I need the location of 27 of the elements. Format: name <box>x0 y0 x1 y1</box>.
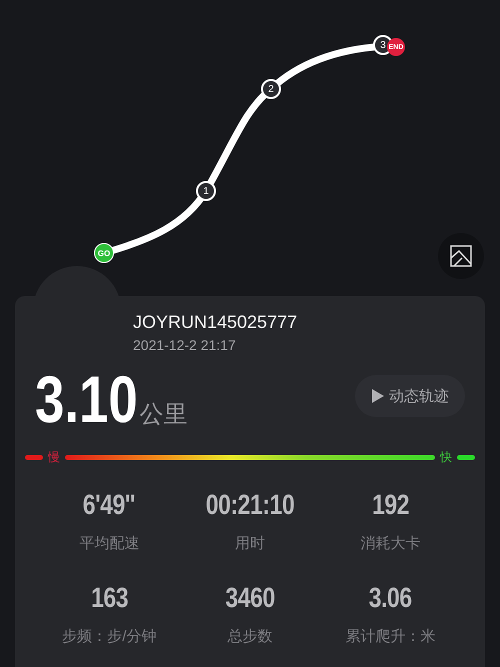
stat-label: 累计爬升：米 <box>346 627 436 646</box>
stat-label: 总步数 <box>227 627 272 646</box>
slow-label: 慢 <box>48 449 60 466</box>
stat-value: 3.06 <box>369 581 412 615</box>
stat-value: 00:21:10 <box>206 488 294 522</box>
username: JOYRUN145025777 <box>133 312 298 333</box>
distance-unit: 公里 <box>139 400 188 430</box>
play-icon <box>371 388 385 404</box>
split-marker: 2 <box>261 79 281 99</box>
stat-label: 平均配速 <box>79 534 140 553</box>
stat-label: 用时 <box>234 534 265 553</box>
fast-label: 快 <box>440 449 452 466</box>
slow-swatch <box>25 455 43 460</box>
stat-value: 192 <box>372 488 410 522</box>
fast-swatch <box>457 455 475 460</box>
stat-value: 6'49'' <box>83 488 136 522</box>
stat-label: 步频：步/分钟 <box>62 627 156 646</box>
start-marker: GO <box>94 243 114 263</box>
stat-label: 消耗大卡 <box>360 534 421 553</box>
split-marker: 1 <box>196 181 216 201</box>
stat-value: 163 <box>90 581 128 615</box>
replay-button[interactable]: 动态轨迹 <box>355 375 465 417</box>
distance-value: 3.10 <box>35 367 138 431</box>
image-icon <box>450 245 472 267</box>
stat-value: 3460 <box>225 581 275 615</box>
map-snapshot-button[interactable] <box>438 233 484 279</box>
run-datetime: 2021-12-2 21:17 <box>133 337 237 353</box>
